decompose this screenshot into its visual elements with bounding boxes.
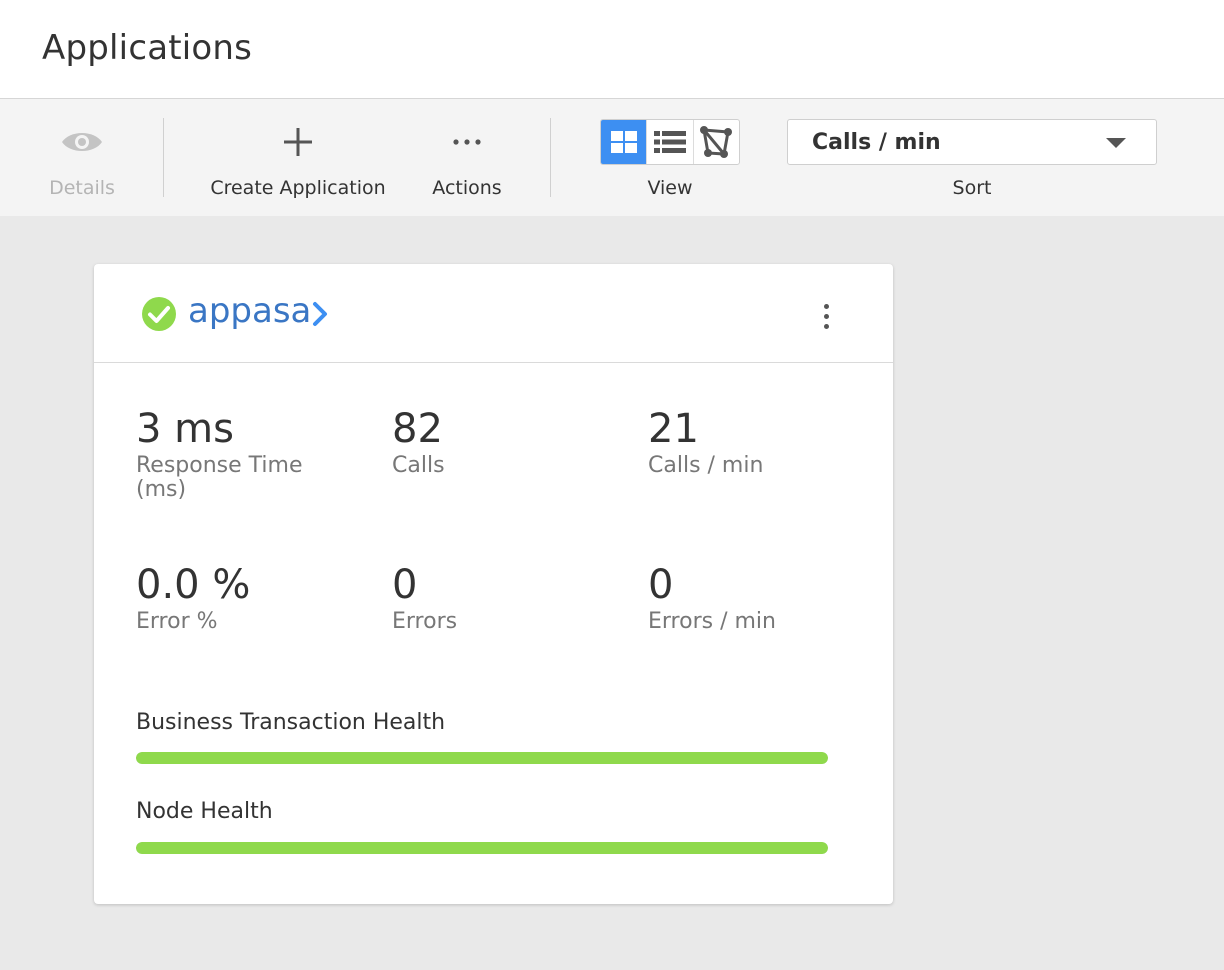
actions-label: Actions bbox=[432, 177, 502, 199]
grid-view-button[interactable] bbox=[601, 120, 648, 164]
actions-button[interactable]: Actions bbox=[424, 99, 510, 216]
grid-view-icon bbox=[610, 131, 637, 153]
toolbar-divider bbox=[550, 118, 551, 197]
metric-value: 0 bbox=[648, 562, 674, 608]
business-transaction-health-label: Business Transaction Health bbox=[136, 710, 446, 735]
health-bar-fill bbox=[136, 752, 828, 764]
metric-value: 3 ms bbox=[136, 406, 234, 452]
metric-label: Error % bbox=[136, 609, 218, 634]
toolbar: Details Create Application Actions View … bbox=[0, 99, 1224, 216]
health-bar-fill bbox=[136, 842, 828, 854]
page-title: Applications bbox=[42, 28, 253, 68]
metric-label: Calls bbox=[392, 453, 445, 478]
sort-select[interactable]: Calls / min bbox=[787, 119, 1157, 165]
metric-label: Errors / min bbox=[648, 609, 776, 634]
metric-errors: 0 Errors bbox=[392, 562, 622, 634]
node-health-label: Node Health bbox=[136, 799, 273, 824]
chevron-right-icon[interactable] bbox=[310, 300, 330, 328]
metric-value: 0.0 % bbox=[136, 562, 251, 608]
metric-response-time: 3 ms Response Time (ms) bbox=[136, 406, 366, 502]
card-header: appasa bbox=[94, 264, 893, 363]
check-circle-icon bbox=[142, 297, 176, 331]
view-label: View bbox=[647, 177, 693, 199]
application-card: appasa 3 ms Response Time (ms) 82 Calls … bbox=[94, 264, 893, 904]
metric-label: Response Time (ms) bbox=[136, 453, 303, 502]
page-header: Applications bbox=[0, 0, 1224, 99]
list-view-button[interactable] bbox=[647, 120, 694, 164]
ellipsis-icon bbox=[424, 121, 510, 163]
flow-map-view-button[interactable] bbox=[694, 120, 739, 164]
view-toggle-group bbox=[600, 119, 740, 165]
list-view-icon bbox=[653, 131, 686, 153]
application-name-link[interactable]: appasa bbox=[188, 291, 311, 331]
toolbar-divider bbox=[163, 118, 164, 197]
metric-label: Calls / min bbox=[648, 453, 764, 478]
sort-label: Sort bbox=[952, 177, 992, 199]
details-label: Details bbox=[49, 177, 115, 199]
metric-error-percent: 0.0 % Error % bbox=[136, 562, 366, 634]
details-button[interactable]: Details bbox=[42, 99, 122, 216]
eye-icon bbox=[42, 121, 122, 163]
metric-errors-per-min: 0 Errors / min bbox=[648, 562, 878, 634]
metric-value: 0 bbox=[392, 562, 418, 608]
plus-icon bbox=[205, 121, 391, 163]
metric-calls: 82 Calls bbox=[392, 406, 622, 478]
metric-label: Errors bbox=[392, 609, 458, 634]
flow-map-icon bbox=[700, 126, 733, 158]
chevron-down-icon bbox=[1106, 138, 1126, 148]
metric-value: 82 bbox=[392, 406, 443, 452]
node-health-bar[interactable] bbox=[136, 842, 828, 854]
business-transaction-health-bar[interactable] bbox=[136, 752, 828, 764]
metric-value: 21 bbox=[648, 406, 699, 452]
sort-selected-value: Calls / min bbox=[812, 130, 941, 155]
create-application-label: Create Application bbox=[210, 177, 386, 199]
more-options-icon[interactable] bbox=[810, 300, 842, 332]
create-application-button[interactable]: Create Application bbox=[205, 99, 391, 216]
metric-calls-per-min: 21 Calls / min bbox=[648, 406, 878, 478]
